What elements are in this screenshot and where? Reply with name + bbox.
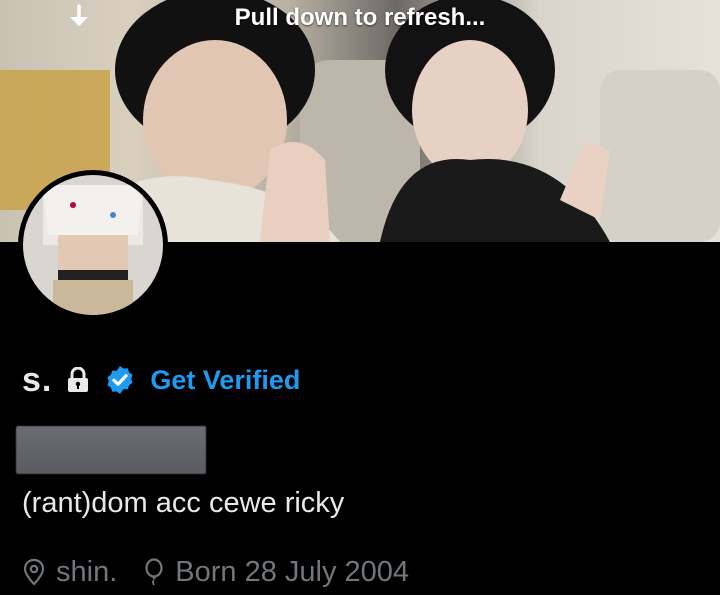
avatar-photo <box>23 175 163 315</box>
birthday-item: Born 28 July 2004 <box>143 556 409 589</box>
balloon-icon <box>143 558 165 586</box>
location-pin-icon <box>22 558 46 586</box>
profile-name-row: s. Get Verified <box>22 357 300 403</box>
location-item: shin. <box>22 556 117 589</box>
display-name: s. <box>22 360 53 399</box>
profile-bio: (rant)dom acc cewe ricky <box>22 487 345 519</box>
arrow-down-icon <box>66 4 92 35</box>
lock-icon <box>66 367 90 393</box>
birthday-text: Born 28 July 2004 <box>175 555 410 588</box>
avatar[interactable] <box>18 170 168 320</box>
get-verified-link[interactable]: Get Verified <box>150 365 300 396</box>
verified-badge-icon[interactable] <box>104 364 136 396</box>
profile-meta: shin. Born 28 July 2004 <box>22 552 435 592</box>
pull-to-refresh-text: Pull down to refresh... <box>234 4 486 31</box>
location-text: shin. <box>56 555 118 588</box>
redacted-handle <box>16 426 206 474</box>
